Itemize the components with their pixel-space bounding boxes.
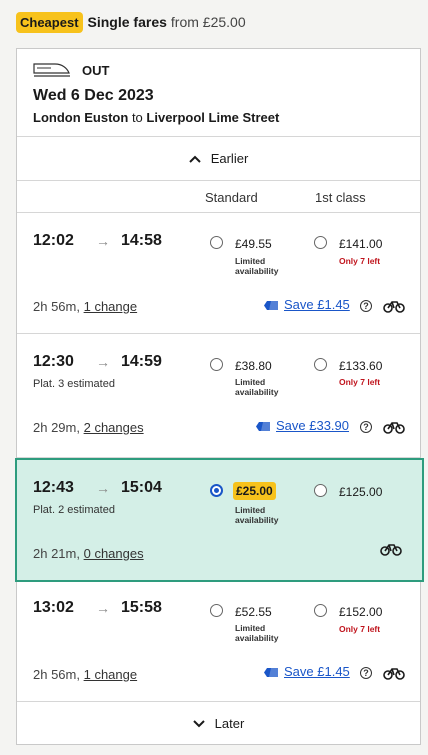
fare-summary: Cheapest Single fares from £25.00 (16, 11, 246, 33)
standard-availability: Limited availability (235, 623, 279, 643)
info-icon[interactable]: ? (360, 300, 372, 312)
seats-left-warning: Only 7 left (339, 377, 381, 387)
seats-left-warning: Only 7 left (339, 256, 381, 266)
chevron-down-icon (192, 719, 205, 727)
standard-price: £25.00 (233, 482, 276, 500)
journey-header: OUT Wed 6 Dec 2023 London Euston to Live… (17, 49, 420, 136)
duration-text: 2h 21m, (33, 546, 80, 561)
arrow-icon: → (96, 354, 110, 370)
chevron-up-icon (188, 155, 201, 163)
save-link[interactable]: Save £33.90 (276, 418, 349, 433)
standard-price: £52.55 (235, 605, 272, 619)
info-icon[interactable]: ? (360, 421, 372, 433)
journey-card: OUT Wed 6 Dec 2023 London Euston to Live… (15, 48, 424, 745)
departure-time: 12:43 (33, 479, 74, 496)
first-class-price: £125.00 (339, 485, 383, 499)
standard-column-header: Standard (205, 190, 258, 205)
standard-fare-radio[interactable] (210, 236, 223, 249)
arrival-time: 15:58 (121, 599, 162, 616)
column-headers: Standard 1st class (17, 181, 420, 213)
first-class-fare-radio[interactable] (314, 358, 327, 371)
from-price: from £25.00 (170, 14, 246, 30)
train-row[interactable]: 12:02 → 14:58 £49.55 Limited availabilit… (17, 213, 420, 334)
destination-station: Liverpool Lime Street (146, 110, 280, 125)
departure-time: 12:02 (33, 232, 74, 249)
route-connector: to (131, 110, 143, 125)
changes-link[interactable]: 1 change (84, 667, 138, 682)
journey-date: Wed 6 Dec 2023 (33, 87, 154, 104)
standard-fare-radio[interactable] (210, 604, 223, 617)
first-class-fare-radio[interactable] (314, 484, 327, 497)
save-link[interactable]: Save £1.45 (284, 297, 350, 312)
seats-left-warning: Only 7 left (339, 624, 381, 634)
arrow-icon: → (96, 600, 110, 616)
duration: 2h 56m, 1 change (33, 667, 137, 682)
duration-text: 2h 56m, (33, 667, 80, 682)
bike-icon (383, 301, 405, 313)
duration: 2h 29m, 2 changes (33, 420, 144, 435)
cheapest-badge: Cheapest (16, 11, 83, 33)
first-class-price: £133.60 (339, 359, 383, 373)
railcard-tag-icon (264, 301, 278, 310)
duration: 2h 21m, 0 changes (33, 546, 144, 561)
first-class-price: £152.00 (339, 605, 383, 619)
standard-availability: Limited availability (235, 377, 279, 397)
first-class-fare-radio[interactable] (314, 236, 327, 249)
duration: 2h 56m, 1 change (33, 299, 137, 314)
earlier-button[interactable]: Earlier (17, 136, 420, 181)
first-class-column-header: 1st class (315, 190, 366, 205)
train-row[interactable]: 12:30 → 14:59 Plat. 3 estimated £38.80 L… (17, 334, 420, 458)
train-icon (33, 63, 70, 77)
later-button[interactable]: Later (17, 702, 420, 745)
arrow-icon: → (96, 480, 110, 496)
earlier-label: Earlier (210, 151, 249, 166)
platform-info: Plat. 2 estimated (33, 504, 115, 516)
standard-fare-radio[interactable] (210, 358, 223, 371)
standard-price: £38.80 (235, 359, 272, 373)
standard-availability: Limited availability (235, 505, 279, 525)
arrow-icon: → (96, 233, 110, 249)
bike-icon (383, 422, 405, 434)
railcard-tag-icon (256, 422, 270, 431)
save-link[interactable]: Save £1.45 (284, 664, 350, 679)
later-label: Later (214, 716, 245, 731)
info-icon[interactable]: ? (360, 667, 372, 679)
railcard-tag-icon (264, 668, 278, 677)
duration-text: 2h 29m, (33, 420, 80, 435)
train-row-selected[interactable]: 12:43 → 15:04 Plat. 2 estimated £25.00 L… (15, 458, 424, 582)
standard-fare-radio[interactable] (210, 484, 223, 497)
standard-price: £49.55 (235, 237, 272, 251)
platform-info: Plat. 3 estimated (33, 378, 115, 390)
bike-icon (383, 668, 405, 680)
duration-text: 2h 56m, (33, 299, 80, 314)
route: London Euston to Liverpool Lime Street (33, 110, 279, 125)
arrival-time: 14:58 (121, 232, 162, 249)
standard-availability: Limited availability (235, 256, 279, 276)
origin-station: London Euston (33, 110, 129, 125)
bike-icon (380, 544, 402, 556)
arrival-time: 15:04 (121, 479, 162, 496)
fare-type-label: Single fares (87, 14, 167, 30)
departure-time: 12:30 (33, 353, 74, 370)
changes-link[interactable]: 1 change (84, 299, 138, 314)
changes-link[interactable]: 0 changes (84, 546, 144, 561)
first-class-fare-radio[interactable] (314, 604, 327, 617)
arrival-time: 14:59 (121, 353, 162, 370)
train-row[interactable]: 13:02 → 15:58 £52.55 Limited availabilit… (17, 582, 420, 702)
departure-time: 13:02 (33, 599, 74, 616)
direction-label: OUT (82, 63, 110, 78)
changes-link[interactable]: 2 changes (84, 420, 144, 435)
first-class-price: £141.00 (339, 237, 383, 251)
